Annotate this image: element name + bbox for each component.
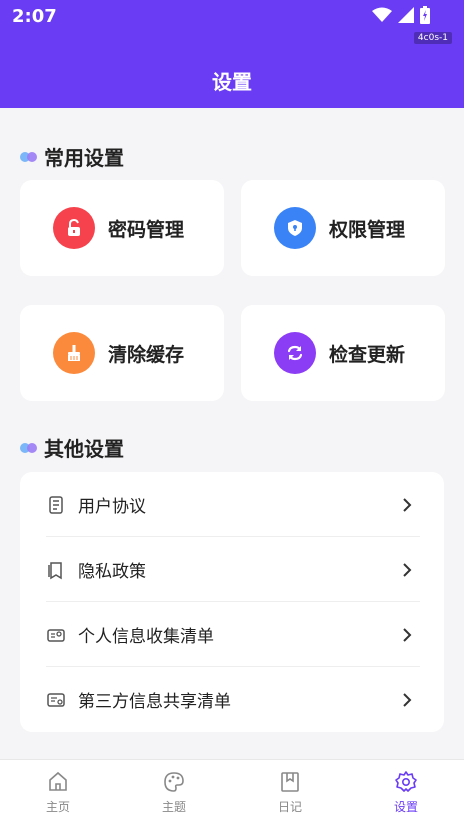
wifi-icon: [372, 7, 392, 22]
signal-icon: [398, 7, 414, 23]
book-icon: [48, 561, 62, 579]
broom-icon: [53, 332, 95, 374]
tab-settings[interactable]: 设置: [348, 760, 464, 825]
palette-icon: [164, 772, 184, 792]
page-title: 设置: [212, 70, 252, 94]
section-title-common: 常用设置: [20, 142, 124, 171]
section-title-other: 其他设置: [20, 433, 124, 462]
list-item-label: 第三方信息共享清单: [78, 692, 231, 712]
list-item-third-party-info[interactable]: 第三方信息共享清单: [20, 667, 444, 732]
tab-settings-label: 设置: [393, 800, 418, 814]
battery-icon: [420, 6, 430, 24]
chevron-right-icon: [403, 627, 412, 642]
password-management-label: 密码管理: [108, 218, 185, 241]
list-item-label: 隐私政策: [78, 562, 146, 582]
password-management-card[interactable]: 密码管理: [20, 180, 224, 276]
chevron-right-icon: [403, 562, 412, 577]
gear-icon: [395, 771, 417, 792]
tab-diary-label: 日记: [277, 800, 302, 814]
app-header: 2:07 4c0s-1 设置: [0, 0, 464, 108]
list-item-label: 个人信息收集清单: [78, 627, 214, 647]
chevron-right-icon: [403, 497, 412, 512]
other-settings-list: 用户协议 隐私政策 个人信息收集清单 第三方信息共享清单: [20, 472, 444, 732]
status-time: 2:07: [12, 6, 57, 27]
tab-theme-label: 主题: [161, 800, 186, 814]
section-dots-icon: [20, 442, 38, 454]
bookmark-icon: [281, 772, 299, 792]
clear-cache-label: 清除缓存: [108, 343, 185, 366]
section-title-common-label: 常用设置: [44, 146, 124, 170]
clear-cache-card[interactable]: 清除缓存: [20, 305, 224, 401]
list-item-label: 用户协议: [78, 497, 146, 517]
section-dots-icon: [20, 151, 38, 163]
home-icon: [49, 771, 67, 791]
document-icon: [49, 495, 63, 514]
shield-icon: [274, 207, 316, 249]
lock-icon: [53, 207, 95, 249]
permission-management-label: 权限管理: [329, 218, 406, 241]
refresh-icon: [274, 332, 316, 374]
tab-home[interactable]: 主页: [0, 760, 116, 825]
check-update-label: 检查更新: [329, 343, 406, 366]
permission-management-card[interactable]: 权限管理: [241, 180, 445, 276]
chevron-right-icon: [403, 692, 412, 707]
id-card-icon: [47, 628, 65, 642]
tab-theme[interactable]: 主题: [116, 760, 232, 825]
build-tag: 4c0s-1: [413, 32, 452, 44]
section-title-other-label: 其他设置: [44, 437, 124, 461]
list-item-user-agreement[interactable]: 用户协议: [20, 472, 444, 537]
list-item-personal-info[interactable]: 个人信息收集清单: [20, 602, 444, 667]
bottom-tab-bar: 主页 主题 日记 设置: [0, 759, 464, 825]
tab-home-label: 主页: [45, 800, 70, 814]
status-icons: [372, 6, 430, 24]
share-card-icon: [47, 692, 65, 707]
check-update-card[interactable]: 检查更新: [241, 305, 445, 401]
list-item-privacy-policy[interactable]: 隐私政策: [20, 537, 444, 602]
tab-diary[interactable]: 日记: [232, 760, 348, 825]
